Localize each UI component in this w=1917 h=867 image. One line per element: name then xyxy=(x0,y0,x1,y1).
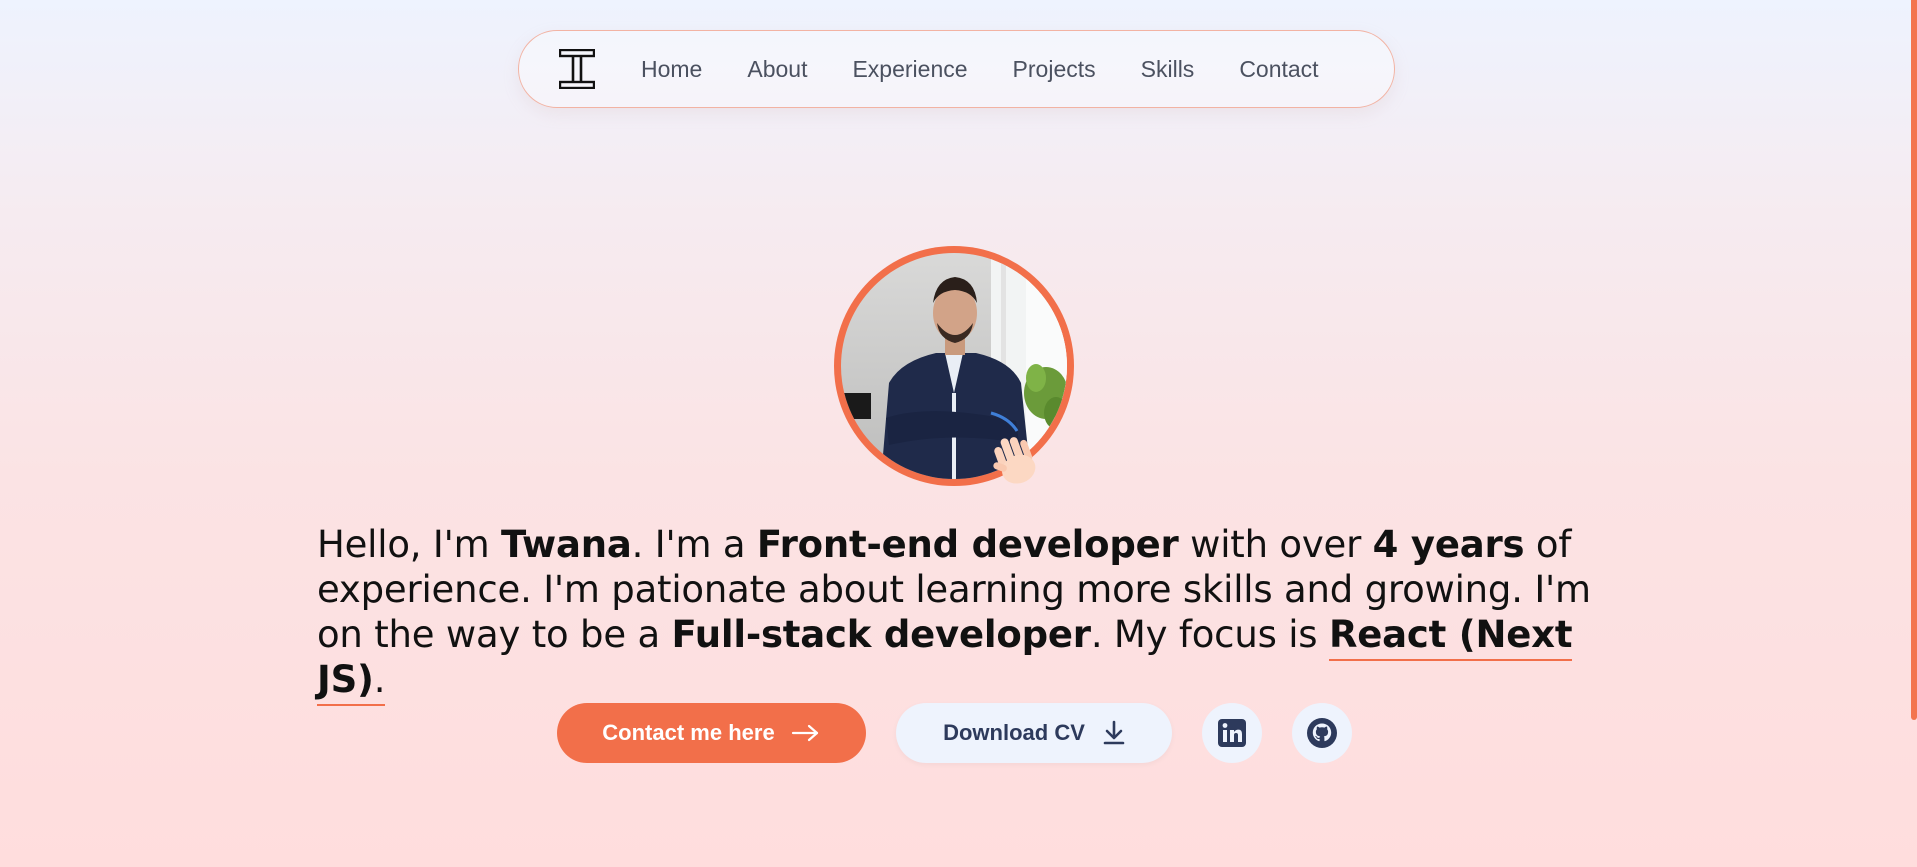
intro-text: . My focus is xyxy=(1090,613,1329,656)
arrow-right-icon xyxy=(791,724,818,742)
top-navbar: Home About Experience Projects Skills Co… xyxy=(518,30,1395,108)
contact-button-label: Contact me here xyxy=(602,720,775,745)
intro-goal: Full-stack developer xyxy=(671,613,1091,656)
linkedin-icon xyxy=(1218,719,1246,747)
nav-link-experience[interactable]: Experience xyxy=(852,56,967,83)
intro-text: . xyxy=(373,658,386,701)
intro-name: Twana xyxy=(501,523,632,566)
intro-text: . I'm a xyxy=(631,523,757,566)
intro-paragraph: Hello, I'm Twana. I'm a Front-end develo… xyxy=(317,522,1607,706)
nav-link-about[interactable]: About xyxy=(747,56,807,83)
download-cv-label: Download CV xyxy=(943,720,1085,745)
nav-link-skills[interactable]: Skills xyxy=(1141,56,1195,83)
github-button[interactable] xyxy=(1292,703,1352,763)
download-icon xyxy=(1103,720,1125,745)
contact-button[interactable]: Contact me here xyxy=(557,703,866,763)
nav-link-home[interactable]: Home xyxy=(641,56,702,83)
logo-icon[interactable] xyxy=(559,49,595,89)
nav-link-contact[interactable]: Contact xyxy=(1239,56,1318,83)
intro-role: Front-end developer xyxy=(756,523,1179,566)
intro-years: 4 years xyxy=(1372,523,1525,566)
linkedin-button[interactable] xyxy=(1202,703,1262,763)
scrollbar-thumb[interactable] xyxy=(1911,0,1917,720)
scrollbar-track[interactable] xyxy=(1909,0,1917,867)
waving-hand-icon xyxy=(993,437,1036,484)
github-icon xyxy=(1307,718,1337,748)
intro-text: Hello, I'm xyxy=(317,523,501,566)
download-cv-button[interactable]: Download CV xyxy=(896,703,1172,763)
intro-text: with over xyxy=(1178,523,1373,566)
nav-link-projects[interactable]: Projects xyxy=(1013,56,1096,83)
